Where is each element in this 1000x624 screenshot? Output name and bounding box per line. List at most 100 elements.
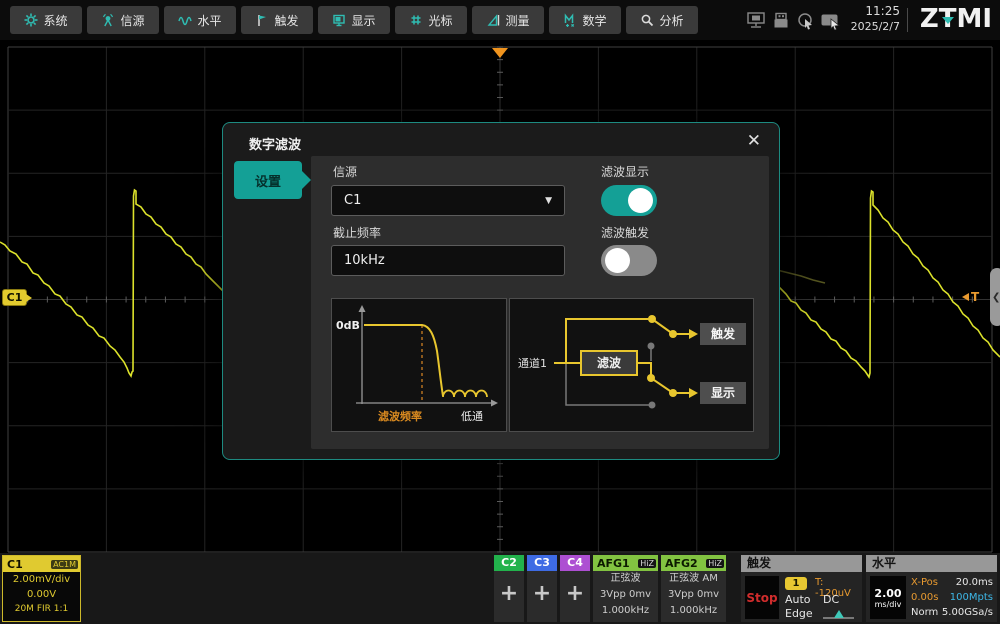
- channel1-header: C1 AC1M: [3, 556, 80, 572]
- horizontal-block-title: 水平: [866, 555, 997, 572]
- sine-wave-icon: [178, 13, 192, 27]
- divider: [907, 8, 908, 32]
- monitor-icon: [332, 13, 346, 27]
- acquisition-mode: Norm: [911, 607, 938, 618]
- menu-label: 系统: [43, 12, 67, 29]
- c1-trace-right: [770, 191, 1000, 377]
- menu-label: 数学: [582, 12, 606, 29]
- menu-analyze-button[interactable]: 分析: [626, 6, 698, 34]
- trigger-status-block[interactable]: 触发 Stop 1 T: -120uV Auto DC Edge: [741, 555, 862, 622]
- add-channel-icon: +: [560, 571, 590, 617]
- time: 11:25: [851, 4, 900, 19]
- channel1-scale: 2.00mV/div: [3, 572, 80, 587]
- afg2-status-block[interactable]: AFG2 HiZ 正弦波 AM 3Vpp 0mv 1.000kHz: [661, 555, 726, 622]
- filter-trigger-label: 滤波触发: [601, 224, 649, 241]
- trigger-coupling: DC: [823, 593, 839, 606]
- side-panel-handle[interactable]: ❮: [990, 268, 1000, 326]
- clock: 11:25 2025/2/7: [851, 4, 900, 34]
- cutoff-label: 截止频率: [333, 224, 381, 241]
- impedance-badge: HiZ: [638, 559, 656, 568]
- channel1-name: C1: [7, 558, 23, 571]
- channel1-level-marker[interactable]: C1: [2, 289, 27, 306]
- oscilloscope-screen: 系统 信源 水平 触发 显示 光标 测量 数学: [0, 0, 1000, 624]
- afg1-header: AFG1 HiZ: [593, 555, 658, 571]
- rising-edge-icon: [821, 607, 857, 621]
- trigger-mode: Auto: [785, 593, 811, 606]
- db-axis-label: 0dB: [336, 319, 360, 332]
- touch-screen-icon: [820, 12, 842, 30]
- trigger-position-marker[interactable]: [492, 48, 508, 58]
- menu-trigger-button[interactable]: 触发: [241, 6, 313, 34]
- acquisition-state: Stop: [745, 576, 779, 619]
- delay-value: 0.00s: [911, 592, 938, 603]
- channel3-add-block[interactable]: C3 +: [527, 555, 557, 622]
- menu-system-button[interactable]: 系统: [10, 6, 82, 34]
- cursor-grid-icon: [409, 13, 423, 27]
- menu-label: 触发: [274, 12, 298, 29]
- menu-label: 分析: [659, 12, 683, 29]
- add-channel-icon: +: [527, 571, 557, 617]
- impedance-badge: HiZ: [706, 559, 724, 568]
- dialog-title: 数字滤波: [249, 134, 301, 153]
- afg2-frequency: 1.000kHz: [661, 603, 726, 619]
- filter-frequency-label: 滤波频率: [378, 409, 422, 423]
- toggle-knob: [628, 188, 653, 213]
- timebase-scale-box: 2.00 ms/div: [870, 576, 906, 619]
- afg1-status-block[interactable]: AFG1 HiZ 正弦波 3Vpp 0mv 1.000kHz: [593, 555, 658, 622]
- trigger-source-badge: 1: [785, 577, 807, 590]
- xpos-label: X-Pos: [911, 577, 938, 588]
- menu-display-button[interactable]: 显示: [318, 6, 390, 34]
- channel1-input-label: 通道1: [518, 356, 547, 370]
- signal-routing-diagram: 滤波 触发 显示 通道1: [509, 298, 754, 432]
- flag-icon: [255, 13, 269, 27]
- menu-cursor-button[interactable]: 光标: [395, 6, 467, 34]
- channel4-add-block[interactable]: C4 +: [560, 555, 590, 622]
- menu-label: 光标: [428, 12, 452, 29]
- filter-trigger-toggle[interactable]: [601, 245, 657, 276]
- trigger-type: Edge: [785, 607, 813, 620]
- channel4-header: C4: [560, 555, 590, 571]
- source-label: 信源: [333, 163, 357, 180]
- display-dest-label: 显示: [711, 386, 735, 400]
- horizontal-status-block[interactable]: 水平 2.00 ms/div X-Pos 20.0ms 0.00s 100Mpt…: [866, 555, 997, 622]
- close-icon[interactable]: ✕: [743, 129, 765, 153]
- gear-icon: [24, 13, 38, 27]
- tab-settings[interactable]: 设置: [234, 161, 302, 199]
- touch-sound-icon: [796, 12, 816, 30]
- afg1-frequency: 1.000kHz: [593, 603, 658, 619]
- left-arrow-icon: [962, 293, 969, 301]
- filter-box-label: 滤波: [597, 355, 622, 370]
- measure-triangle-icon: [486, 13, 500, 27]
- afg2-amplitude: 3Vpp 0mv: [661, 587, 726, 603]
- usb-device-icon: [772, 12, 790, 29]
- filter-display-toggle[interactable]: [601, 185, 657, 216]
- filter-display-label: 滤波显示: [601, 163, 649, 180]
- channel1-status-block[interactable]: C1 AC1M 2.00mV/div 0.00V 20M FIR 1:1: [2, 555, 81, 622]
- memory-depth: 100Mpts: [950, 592, 993, 603]
- coupling-badge: AC1M: [51, 560, 78, 569]
- c1-trace-left: [0, 190, 230, 376]
- menu-label: 测量: [505, 12, 529, 29]
- add-channel-icon: +: [494, 571, 524, 617]
- menu-source-button[interactable]: 信源: [87, 6, 159, 34]
- math-m-icon: [563, 13, 577, 27]
- afg2-header: AFG2 HiZ: [661, 555, 726, 571]
- menu-measure-button[interactable]: 测量: [472, 6, 544, 34]
- menu-horizontal-button[interactable]: 水平: [164, 6, 236, 34]
- magnifier-icon: [640, 13, 654, 27]
- source-dropdown[interactable]: C1 ▼: [331, 185, 565, 216]
- trigger-level-marker[interactable]: T: [962, 290, 979, 304]
- trigger-dest-label: 触发: [711, 326, 736, 341]
- menu-label: 显示: [351, 12, 375, 29]
- toggle-knob: [605, 248, 630, 273]
- channel2-header: C2: [494, 555, 524, 571]
- bottom-status-bar: C1 AC1M 2.00mV/div 0.00V 20M FIR 1:1 C2 …: [0, 553, 1000, 624]
- cutoff-value: 10kHz: [344, 253, 385, 268]
- digital-filter-dialog: 数字滤波 ✕ 设置 信源 C1 ▼ 截止频率 10kHz 滤波显示 滤波触发: [222, 122, 780, 460]
- cutoff-input[interactable]: 10kHz: [331, 245, 565, 276]
- channel1-bandwidth-filter-probe: 20M FIR 1:1: [3, 602, 80, 617]
- channel2-add-block[interactable]: C2 +: [494, 555, 524, 622]
- xpos-value: 20.0ms: [956, 577, 993, 588]
- sample-rate: 5.00GSa/s: [942, 607, 993, 618]
- menu-math-button[interactable]: 数学: [549, 6, 621, 34]
